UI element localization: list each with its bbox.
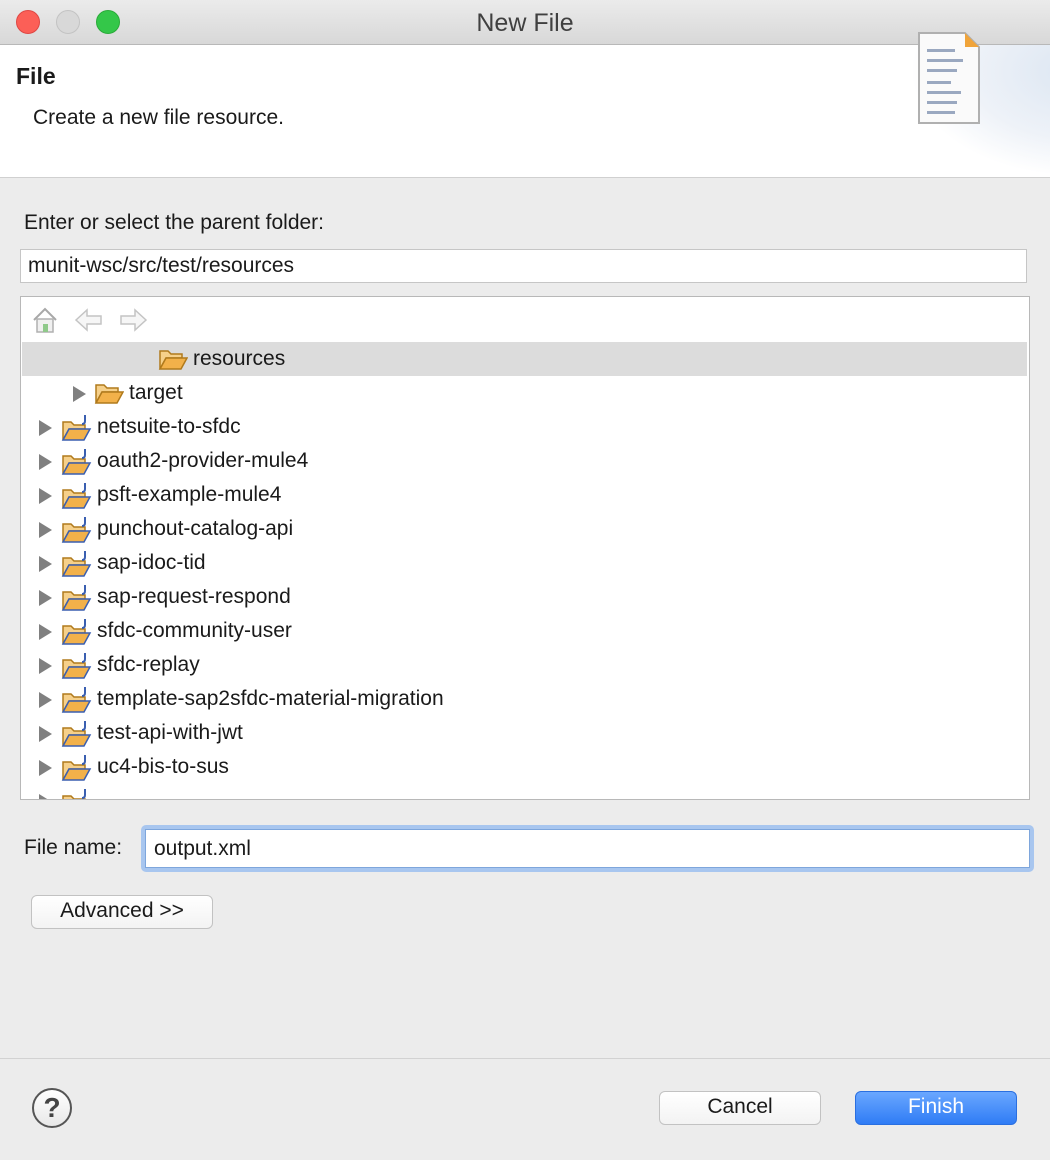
window-title: New File (476, 9, 574, 37)
expand-arrow-icon[interactable] (39, 590, 52, 606)
title-bar: New File (0, 0, 1050, 45)
tree-item-label: uc4-bis-to-sus (97, 755, 229, 778)
tree-item-label: punchout-catalog-api (97, 517, 294, 540)
java-project-folder-icon (61, 653, 92, 679)
finish-button[interactable]: Finish (855, 1091, 1017, 1125)
tree-item-netsuite-to-sfdc[interactable]: netsuite-to-sfdc (22, 410, 1027, 444)
parent-folder-label: Enter or select the parent folder: (24, 211, 324, 234)
new-file-wizard-icon (918, 32, 980, 124)
tree-item-label: sap-request-respond (97, 585, 291, 608)
expand-arrow-icon[interactable] (39, 488, 52, 504)
folder-open-icon (158, 350, 188, 370)
tree-item-sap-idoc-tid[interactable]: sap-idoc-tid (22, 546, 1027, 580)
java-project-folder-icon (61, 517, 92, 543)
tree-item-label: resources (193, 347, 286, 370)
tree-item-sap-request-respond[interactable]: sap-request-respond (22, 580, 1027, 614)
tree-item-resources[interactable]: resources (22, 342, 1027, 376)
banner-title: File (16, 63, 56, 89)
file-name-input[interactable] (145, 829, 1030, 868)
tree-item-label: target (129, 381, 183, 404)
parent-folder-input[interactable] (20, 249, 1027, 283)
expand-arrow-icon[interactable] (39, 658, 52, 674)
help-icon[interactable]: ? (32, 1088, 72, 1128)
java-project-folder-icon (62, 789, 86, 799)
folder-tree[interactable]: resources target netsuite-to-sfdc oauth2… (20, 296, 1030, 800)
tree-item-uc4-bis-to-sus[interactable]: uc4-bis-to-sus (22, 750, 1027, 784)
tree-item-clipped[interactable] (22, 784, 1027, 799)
java-project-folder-icon (61, 721, 92, 747)
java-project-folder-icon (61, 449, 92, 475)
advanced-button[interactable]: Advanced >> (31, 895, 213, 929)
java-project-folder-icon (61, 755, 92, 781)
tree-item-sfdc-community-user[interactable]: sfdc-community-user (22, 614, 1027, 648)
expand-arrow-icon[interactable] (39, 624, 52, 640)
expand-arrow-icon[interactable] (39, 454, 52, 470)
expand-arrow-icon[interactable] (73, 386, 86, 402)
file-name-focus-ring (141, 825, 1034, 872)
tree-item-psft-example-mule4[interactable]: psft-example-mule4 (22, 478, 1027, 512)
cancel-button[interactable]: Cancel (659, 1091, 821, 1125)
java-project-folder-icon (61, 415, 92, 441)
tree-item-label: netsuite-to-sfdc (97, 415, 241, 438)
tree-item-label: sfdc-replay (97, 653, 200, 676)
tree-item-label: test-api-with-jwt (97, 721, 243, 744)
tree-item-punchout-catalog-api[interactable]: punchout-catalog-api (22, 512, 1027, 546)
expand-arrow-icon[interactable] (39, 692, 52, 708)
expand-arrow-icon[interactable] (39, 760, 52, 776)
file-name-label: File name: (24, 836, 123, 859)
tree-item-template-sap2sfdc-material-migration[interactable]: template-sap2sfdc-material-migration (22, 682, 1027, 716)
tree-item-oauth2-provider-mule4[interactable]: oauth2-provider-mule4 (22, 444, 1027, 478)
forward-arrow-icon[interactable] (117, 305, 149, 335)
expand-arrow-icon[interactable] (39, 556, 52, 572)
tree-item-test-api-with-jwt[interactable]: test-api-with-jwt (22, 716, 1027, 750)
java-project-folder-icon (61, 483, 92, 509)
tree-item-label: sfdc-community-user (97, 619, 292, 642)
tree-item-label: psft-example-mule4 (97, 483, 282, 506)
java-project-folder-icon (61, 687, 92, 713)
back-arrow-icon[interactable] (73, 305, 105, 335)
expand-arrow-icon[interactable] (39, 420, 52, 436)
tree-item-target[interactable]: target (22, 376, 1027, 410)
tree-item-label: template-sap2sfdc-material-migration (97, 687, 444, 710)
expand-arrow-icon[interactable] (39, 726, 52, 742)
java-project-folder-icon (61, 619, 92, 645)
folder-open-icon (94, 384, 124, 404)
expand-arrow-icon[interactable] (39, 794, 52, 799)
wizard-banner: File Create a new file resource. (0, 45, 1050, 178)
tree-item-label: sap-idoc-tid (97, 551, 206, 574)
tree-item-sfdc-replay[interactable]: sfdc-replay (22, 648, 1027, 682)
footer-divider (0, 1058, 1050, 1059)
home-icon[interactable] (31, 305, 59, 335)
java-project-folder-icon (61, 585, 92, 611)
tree-item-label: oauth2-provider-mule4 (97, 449, 309, 472)
expand-arrow-icon[interactable] (39, 522, 52, 538)
banner-description: Create a new file resource. (33, 106, 284, 129)
java-project-folder-icon (61, 551, 92, 577)
